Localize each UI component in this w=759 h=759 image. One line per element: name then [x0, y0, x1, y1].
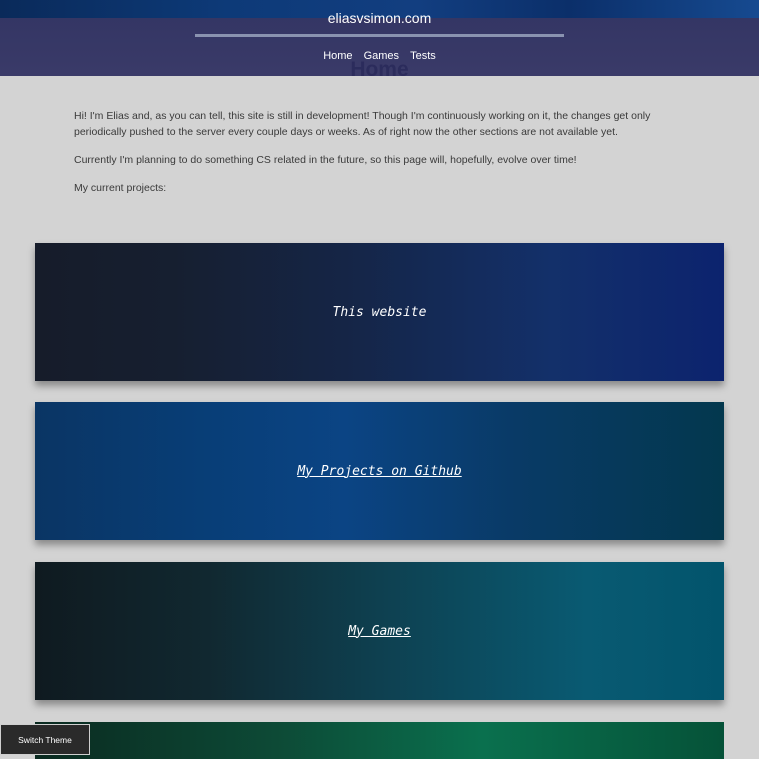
project-card-label: This website: [332, 304, 427, 320]
intro-paragraph: Hi! I'm Elias and, as you can tell, this…: [74, 110, 651, 138]
intro-paragraph: Currently I'm planning to do something C…: [74, 154, 577, 166]
games-link[interactable]: My Games: [348, 624, 411, 639]
nav-games[interactable]: Games: [364, 50, 399, 62]
site-header: eliasvsimon.com Home Games Tests: [0, 0, 759, 76]
github-projects-link[interactable]: My Projects on Github: [297, 464, 461, 479]
header-divider: [195, 34, 564, 37]
page: Home eliasvsimon.com Home Games Tests Hi…: [0, 0, 759, 759]
projects-heading: My current projects:: [74, 182, 167, 194]
main-nav: Home Games Tests: [0, 50, 759, 62]
switch-theme-button[interactable]: Switch Theme: [0, 724, 90, 755]
nav-home[interactable]: Home: [323, 50, 352, 62]
project-card-website: This website: [35, 243, 724, 381]
site-title[interactable]: eliasvsimon.com: [0, 10, 759, 26]
nav-tests[interactable]: Tests: [410, 50, 436, 62]
project-card-partial: [35, 722, 724, 759]
project-card-github[interactable]: My Projects on Github: [35, 402, 724, 540]
intro-text: Hi! I'm Elias and, as you can tell, this…: [74, 108, 686, 208]
project-card-games[interactable]: My Games: [35, 562, 724, 700]
